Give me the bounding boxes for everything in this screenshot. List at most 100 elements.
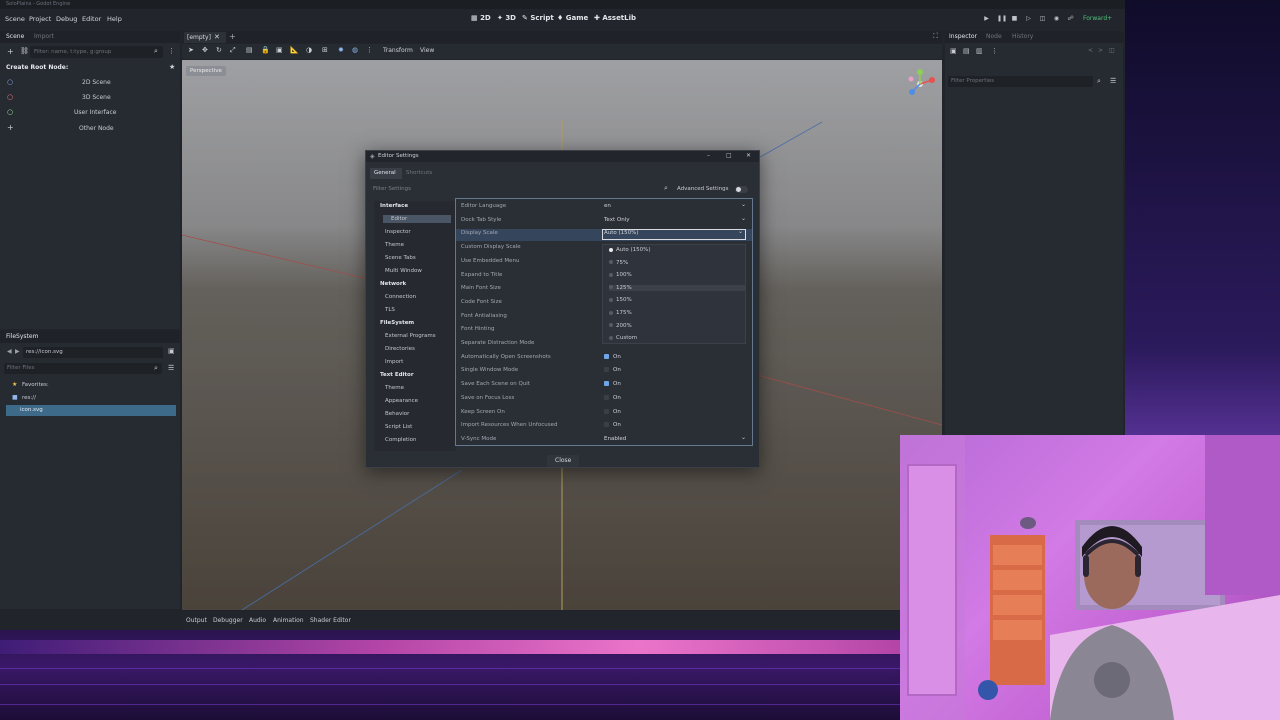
back-icon[interactable]: ◀ <box>7 348 12 355</box>
dropdown-option[interactable]: 200% <box>609 323 632 329</box>
root-other-node-button[interactable]: + Other Node <box>4 123 177 135</box>
favorite-star-icon[interactable]: ★ <box>169 63 175 71</box>
history-back-icon[interactable]: < <box>1088 47 1093 54</box>
dropdown-option[interactable]: Auto (150%) <box>609 247 651 253</box>
new-scene-tab-icon[interactable]: + <box>229 32 236 41</box>
tab-animation[interactable]: Animation <box>273 617 304 624</box>
favorites-label[interactable]: Favorites: <box>22 382 49 388</box>
tree-subcategory[interactable]: Scene Tabs <box>385 255 416 261</box>
inspector-filter-input[interactable]: Filter Properties <box>948 76 1093 87</box>
tree-category[interactable]: Text Editor <box>380 372 414 378</box>
scene-menu-icon[interactable]: ⋮ <box>168 47 175 55</box>
path-field[interactable]: res://icon.svg <box>23 347 163 358</box>
tree-subcategory[interactable]: Theme <box>385 242 404 248</box>
menu-editor[interactable]: Editor <box>82 15 101 23</box>
more-icon[interactable]: ⋮ <box>366 46 373 54</box>
tree-category[interactable]: Interface <box>380 203 408 209</box>
dropdown-option[interactable]: Custom <box>609 335 637 341</box>
setting-value[interactable]: On <box>604 381 621 387</box>
dropdown-option[interactable]: 150% <box>609 297 632 303</box>
close-button[interactable]: Close <box>547 455 580 467</box>
tab-scene[interactable]: Scene <box>6 33 24 40</box>
select-mode-icon[interactable]: ➤ <box>188 46 194 54</box>
checkbox-icon[interactable] <box>604 394 609 400</box>
root-ui-button[interactable]: ○ User Interface <box>4 107 177 119</box>
history-forward-icon[interactable]: > <box>1098 47 1103 54</box>
tree-subcategory[interactable]: Behavior <box>385 411 409 417</box>
close-icon[interactable]: ✕ <box>746 152 751 159</box>
root-3d-scene-button[interactable]: ○ 3D Scene <box>4 92 177 104</box>
chevron-down-icon[interactable]: ⌄ <box>741 434 746 441</box>
tree-subcategory[interactable]: Editor <box>383 215 451 223</box>
setting-value[interactable]: On <box>604 408 621 415</box>
dropdown-option[interactable]: 75% <box>609 260 628 266</box>
stop-icon[interactable]: ■ <box>1011 15 1018 22</box>
tree-subcategory[interactable]: Appearance <box>385 398 418 404</box>
main-screen-game[interactable]: ♦ Game <box>557 14 588 22</box>
sort-icon[interactable]: ☰ <box>168 364 174 372</box>
tree-category[interactable]: FileSystem <box>380 320 414 326</box>
play-icon[interactable]: ▶ <box>983 15 990 22</box>
setting-value[interactable]: en <box>604 203 611 209</box>
list-select-icon[interactable]: ▤ <box>246 46 253 54</box>
scene-filter-input[interactable]: Filter: name, t:type, g:group <box>30 46 163 58</box>
snap-icon[interactable]: ⊞ <box>322 46 328 54</box>
chevron-down-icon[interactable]: ⌄ <box>741 201 746 208</box>
renderer-select[interactable]: Forward+ <box>1083 15 1112 22</box>
view-gizmo-icon[interactable] <box>902 66 938 102</box>
filesystem-filter-input[interactable]: Filter Files <box>4 363 162 374</box>
dropdown-option[interactable]: 100% <box>609 272 632 278</box>
perspective-button[interactable]: Perspective <box>186 66 226 76</box>
inspector-more-icon[interactable]: ⋮ <box>991 47 998 55</box>
tree-subcategory[interactable]: Directories <box>385 346 415 352</box>
play-scene-icon[interactable]: ▷ <box>1025 15 1032 22</box>
tree-subcategory[interactable]: Script List <box>385 424 412 430</box>
add-node-icon[interactable]: + <box>7 47 14 56</box>
checkbox-icon[interactable] <box>604 367 609 373</box>
checkbox-icon[interactable] <box>604 381 609 387</box>
tree-subcategory[interactable]: Connection <box>385 294 416 300</box>
sun-toggle-icon[interactable]: ✹ <box>338 46 344 54</box>
remote-debug-icon[interactable]: ☍ <box>1067 15 1074 22</box>
chevron-down-icon[interactable]: ⌄ <box>741 215 746 222</box>
dropdown-option[interactable]: 125% <box>609 284 745 291</box>
link-icon[interactable]: ⛓ <box>20 47 29 55</box>
setting-value[interactable]: On <box>604 394 621 401</box>
menu-help[interactable]: Help <box>107 15 122 23</box>
tab-import[interactable]: Import <box>34 33 54 40</box>
setting-value[interactable]: Enabled <box>604 436 626 442</box>
tab-inspector[interactable]: Inspector <box>949 33 977 40</box>
movie-maker-icon[interactable]: ◉ <box>1053 15 1060 22</box>
dropdown-option[interactable]: 175% <box>609 310 632 316</box>
tab-shader-editor[interactable]: Shader Editor <box>310 617 351 624</box>
res-folder-label[interactable]: res:// <box>22 395 36 401</box>
checkbox-icon[interactable] <box>604 408 609 414</box>
tab-filesystem[interactable]: FileSystem <box>6 333 38 340</box>
minimize-icon[interactable]: – <box>707 152 710 159</box>
tab-shortcuts[interactable]: Shortcuts <box>406 170 432 176</box>
move-mode-icon[interactable]: ✥ <box>202 46 208 54</box>
tab-debugger[interactable]: Debugger <box>213 617 243 624</box>
transform-menu[interactable]: Transform <box>383 47 413 54</box>
tree-subcategory[interactable]: Multi Window <box>385 268 422 274</box>
history-list-icon[interactable]: ◫ <box>1109 47 1115 54</box>
group-icon[interactable]: ▣ <box>276 46 283 54</box>
setting-value[interactable]: Text Only <box>604 217 629 223</box>
maximize-icon[interactable]: □ <box>726 152 732 159</box>
main-screen-2d[interactable]: ▦ 2D <box>471 14 491 22</box>
root-2d-scene-button[interactable]: ○ 2D Scene <box>4 77 177 89</box>
lock-icon[interactable]: 🔒 <box>261 46 270 54</box>
main-screen-assetlib[interactable]: ✚ AssetLib <box>594 14 636 22</box>
tab-output[interactable]: Output <box>186 617 207 624</box>
tab-history[interactable]: History <box>1012 33 1033 40</box>
pause-icon[interactable]: ❚❚ <box>997 15 1007 22</box>
inspector-options-icon[interactable]: ☰ <box>1110 77 1116 85</box>
menu-project[interactable]: Project <box>29 15 51 23</box>
main-screen-script[interactable]: ✎ Script <box>522 14 554 22</box>
open-resource-icon[interactable]: ▤ <box>963 47 970 55</box>
ruler-icon[interactable]: 📐 <box>290 46 299 54</box>
split-mode-icon[interactable]: ▣ <box>168 347 175 355</box>
menu-scene[interactable]: Scene <box>5 15 25 23</box>
new-resource-icon[interactable]: ▣ <box>950 47 957 55</box>
tree-subcategory[interactable]: Theme <box>385 385 404 391</box>
